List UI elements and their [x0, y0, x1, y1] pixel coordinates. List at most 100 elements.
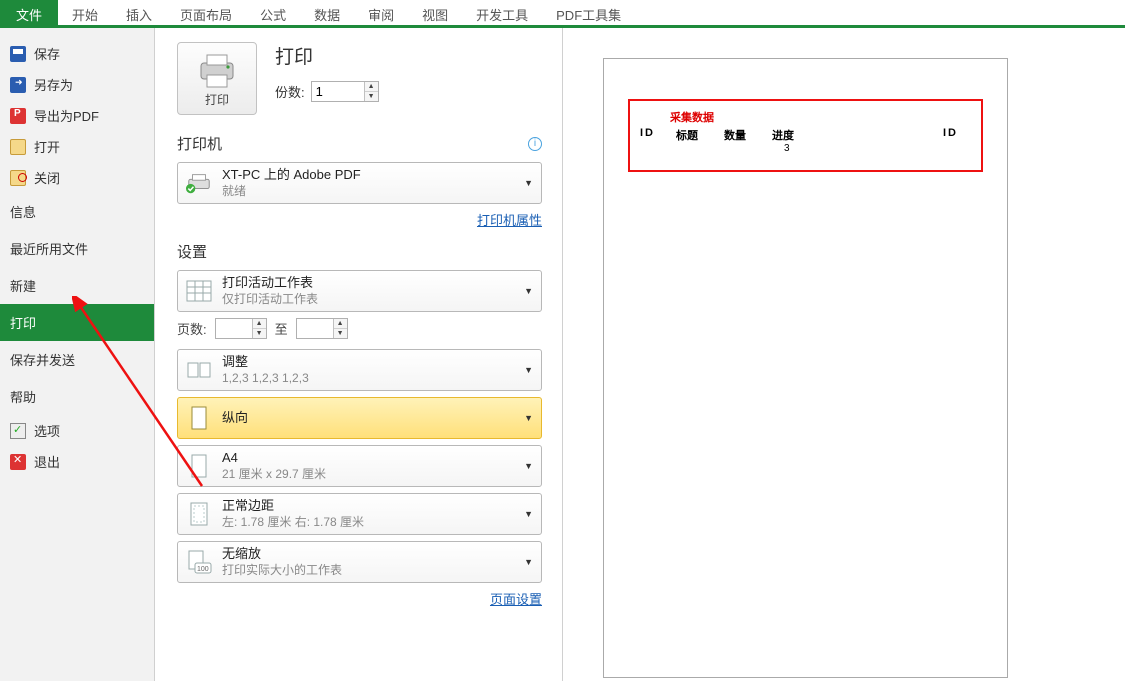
tab-home[interactable]: 开始	[58, 0, 112, 25]
printer-device-icon	[186, 171, 212, 195]
orientation-dropdown[interactable]: 纵向 ▼	[177, 397, 542, 439]
preview-row: 3	[640, 143, 971, 154]
side-help[interactable]: 帮助	[0, 378, 154, 415]
side-exit[interactable]: 退出	[0, 446, 154, 477]
ribbon: 文件 开始 插入 页面布局 公式 数据 审阅 视图 开发工具 PDF工具集	[0, 0, 1125, 28]
settings-heading: 设置	[177, 241, 542, 262]
printer-heading: 打印机	[177, 133, 222, 154]
tab-data[interactable]: 数据	[300, 0, 354, 25]
collate-text: 调整 1,2,3 1,2,3 1,2,3	[222, 354, 514, 385]
margins-main: 正常边距	[222, 498, 514, 514]
tab-review[interactable]: 审阅	[354, 0, 408, 25]
printer-dropdown[interactable]: XT-PC 上的 Adobe PDF 就绪 ▼	[177, 162, 542, 204]
side-info[interactable]: 信息	[0, 193, 154, 230]
pdf-icon	[10, 108, 26, 124]
hdr-qty: 数量	[724, 127, 772, 143]
print-title-col: 打印 份数: ▲ ▼	[275, 42, 379, 102]
copies-down[interactable]: ▼	[365, 92, 378, 101]
page-to-arrows: ▲ ▼	[333, 319, 347, 338]
tab-formula[interactable]: 公式	[246, 0, 300, 25]
sheet-icon	[186, 280, 212, 302]
side-options[interactable]: 选项	[0, 415, 154, 446]
printer-icon	[195, 51, 239, 89]
margins-icon	[186, 501, 212, 527]
hdr-title: 标题	[676, 127, 724, 143]
tab-pdf[interactable]: PDF工具集	[542, 0, 635, 25]
side-recent[interactable]: 最近所用文件	[0, 230, 154, 267]
folder-open-icon	[10, 139, 26, 155]
page-to-down[interactable]: ▼	[334, 329, 347, 338]
collate-sub: 1,2,3 1,2,3 1,2,3	[222, 371, 514, 386]
side-saveas[interactable]: 另存为	[0, 69, 154, 100]
copies-up[interactable]: ▲	[365, 82, 378, 92]
scale-main: 无缩放	[222, 546, 514, 562]
folder-close-icon	[10, 170, 26, 186]
preview-page: 采集数据 ID 标题 数量 进度 ID 3	[603, 58, 1008, 678]
page-setup-row: 页面设置	[177, 589, 542, 608]
pages-label: 页数:	[177, 319, 207, 338]
body: 保存 另存为 导出为PDF 打开 关闭 信息 最近所用文件 新建 打印 保存并发…	[0, 28, 1125, 681]
copies-spinbox[interactable]: ▲ ▼	[311, 81, 379, 102]
options-icon	[10, 423, 26, 439]
chevron-down-icon: ▼	[524, 178, 533, 188]
paper-sub: 21 厘米 x 29.7 厘米	[222, 467, 514, 482]
page-to-up[interactable]: ▲	[334, 319, 347, 329]
margins-sub: 左: 1.78 厘米 右: 1.78 厘米	[222, 515, 514, 530]
scale-sub: 打印实际大小的工作表	[222, 563, 514, 578]
collate-icon	[186, 359, 212, 381]
tab-file[interactable]: 文件	[0, 0, 58, 25]
scope-dropdown[interactable]: 打印活动工作表 仅打印活动工作表 ▼	[177, 270, 542, 312]
margins-dropdown[interactable]: 正常边距 左: 1.78 厘米 右: 1.78 厘米 ▼	[177, 493, 542, 535]
side-exportpdf[interactable]: 导出为PDF	[0, 100, 154, 131]
tab-layout[interactable]: 页面布局	[166, 0, 246, 25]
chevron-down-icon: ▼	[524, 461, 533, 471]
paper-dropdown[interactable]: A4 21 厘米 x 29.7 厘米 ▼	[177, 445, 542, 487]
paper-text: A4 21 厘米 x 29.7 厘米	[222, 450, 514, 481]
chevron-down-icon: ▼	[524, 365, 533, 375]
paper-main: A4	[222, 450, 514, 466]
orient-text: 纵向	[222, 410, 514, 426]
hdr-id: ID	[640, 127, 676, 143]
scale-text: 无缩放 打印实际大小的工作表	[222, 546, 514, 577]
printer-heading-row: 打印机 i	[177, 133, 542, 154]
scope-text: 打印活动工作表 仅打印活动工作表	[222, 275, 514, 306]
page-setup-link[interactable]: 页面设置	[490, 592, 542, 607]
tab-insert[interactable]: 插入	[112, 0, 166, 25]
copies-spin-arrows: ▲ ▼	[364, 82, 378, 101]
side-open[interactable]: 打开	[0, 131, 154, 162]
file-sidebar: 保存 另存为 导出为PDF 打开 关闭 信息 最近所用文件 新建 打印 保存并发…	[0, 28, 155, 681]
side-print[interactable]: 打印	[0, 304, 154, 341]
preview-value: 3	[784, 143, 790, 154]
page-from-up[interactable]: ▲	[253, 319, 266, 329]
hdr-id2: ID	[943, 127, 971, 143]
printer-info-icon[interactable]: i	[528, 137, 542, 151]
scale-dropdown[interactable]: 100 无缩放 打印实际大小的工作表 ▼	[177, 541, 542, 583]
preview-headers: ID 标题 数量 进度 ID	[640, 127, 971, 143]
tab-view[interactable]: 视图	[408, 0, 462, 25]
printer-status: 就绪	[222, 184, 514, 199]
printer-name: XT-PC 上的 Adobe PDF	[222, 167, 514, 183]
printer-text: XT-PC 上的 Adobe PDF 就绪	[222, 167, 514, 198]
page-to-input[interactable]	[297, 319, 333, 338]
side-close-label: 关闭	[34, 168, 144, 187]
page-from-down[interactable]: ▼	[253, 329, 266, 338]
printer-properties-link[interactable]: 打印机属性	[477, 213, 542, 228]
print-button[interactable]: 打印	[177, 42, 257, 115]
chevron-down-icon: ▼	[524, 557, 533, 567]
page-from-input[interactable]	[216, 319, 252, 338]
page-to-spin[interactable]: ▲ ▼	[296, 318, 348, 339]
collate-dropdown[interactable]: 调整 1,2,3 1,2,3 1,2,3 ▼	[177, 349, 542, 391]
print-panel: 打印 打印 份数: ▲ ▼ 打印机 i	[155, 28, 563, 681]
tab-dev[interactable]: 开发工具	[462, 0, 542, 25]
side-save[interactable]: 保存	[0, 38, 154, 69]
side-options-label: 选项	[34, 421, 144, 440]
side-new[interactable]: 新建	[0, 267, 154, 304]
side-exportpdf-label: 导出为PDF	[34, 106, 144, 125]
copies-input[interactable]	[312, 82, 364, 101]
print-button-label: 打印	[182, 91, 252, 108]
printer-props-row: 打印机属性	[177, 210, 542, 229]
side-close[interactable]: 关闭	[0, 162, 154, 193]
page-from-spin[interactable]: ▲ ▼	[215, 318, 267, 339]
side-open-label: 打开	[34, 137, 144, 156]
side-sharesend[interactable]: 保存并发送	[0, 341, 154, 378]
